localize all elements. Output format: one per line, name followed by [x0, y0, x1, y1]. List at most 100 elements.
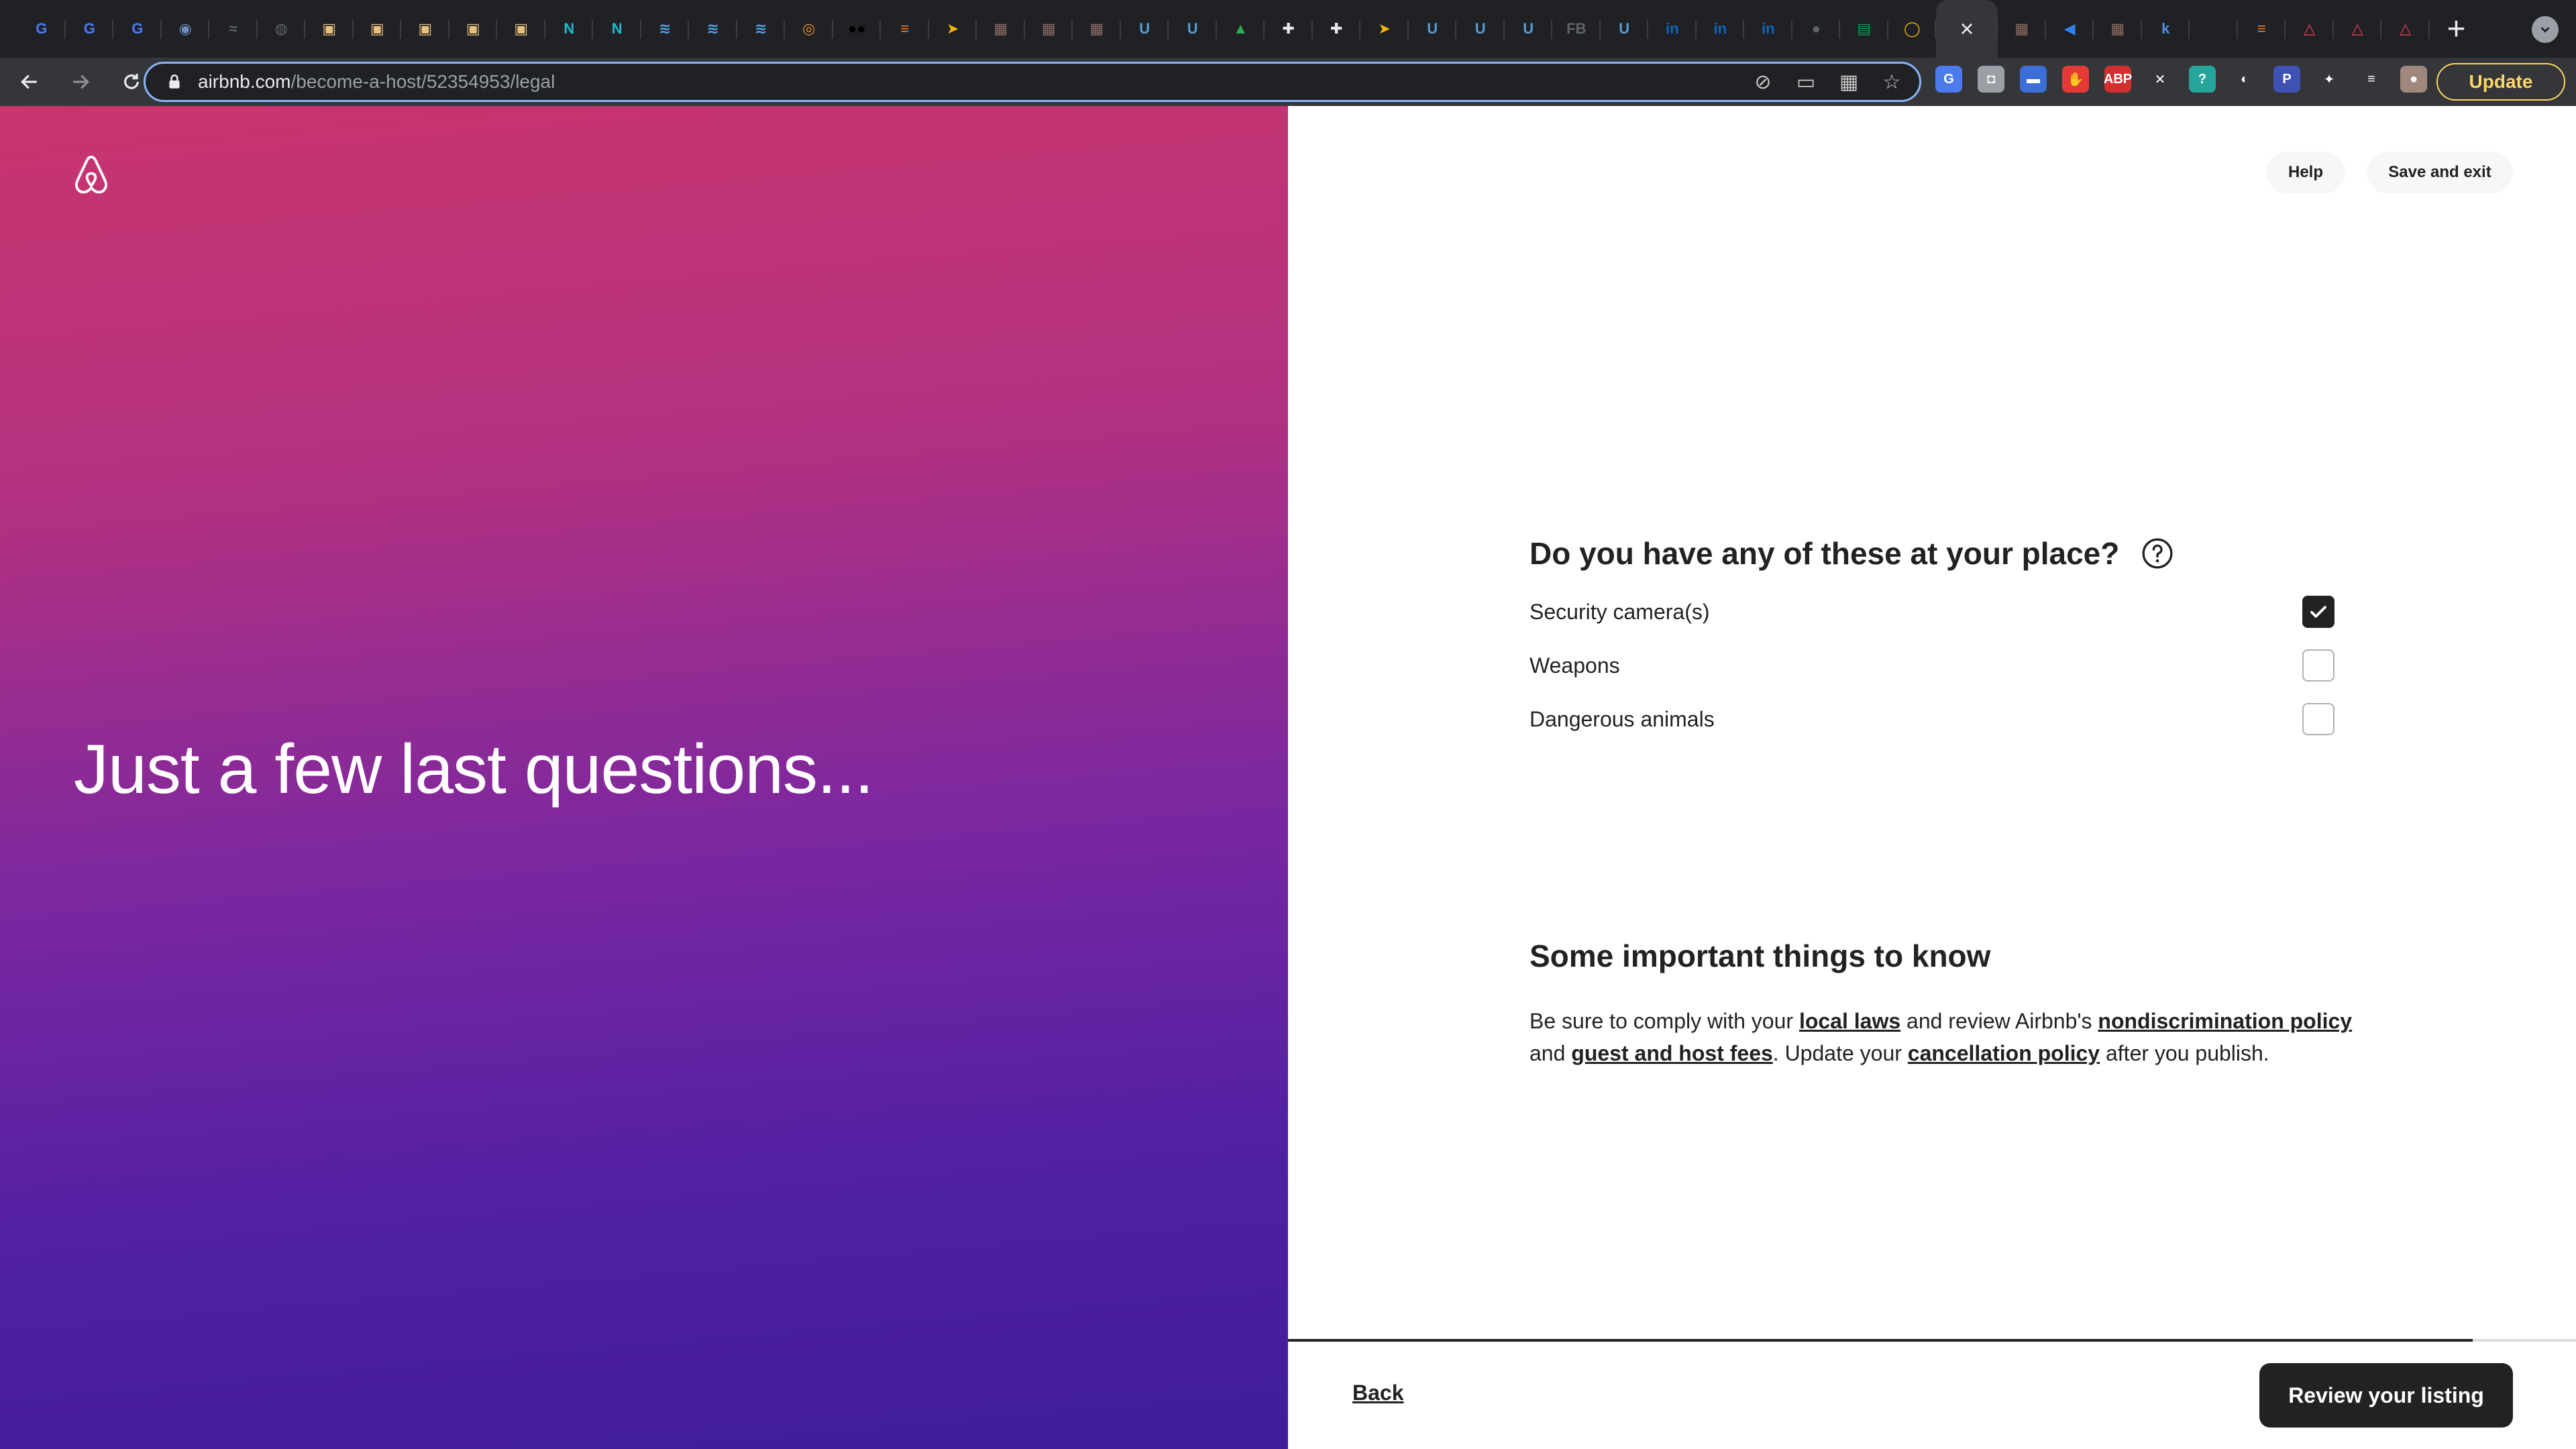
browser-tab[interactable]: ➤ [1360, 0, 1409, 58]
u-icon: U [1523, 20, 1534, 37]
cancellation-policy-link[interactable]: cancellation policy [1908, 1041, 2100, 1065]
browser-tab[interactable]: ▣ [354, 0, 402, 58]
site-icon: ▦ [994, 20, 1008, 37]
blocked-popup-icon[interactable]: ⊘ [1752, 70, 1774, 93]
browser-tab[interactable]: △ [2286, 0, 2334, 58]
browser-tab[interactable]: ✚ [1313, 0, 1361, 58]
browser-tab[interactable]: G [66, 0, 114, 58]
grey-ext-icon[interactable]: ◘ [1978, 66, 2004, 93]
browser-tab[interactable]: ✚ [1265, 0, 1313, 58]
question-mark-icon[interactable] [2141, 537, 2174, 570]
browser-tab[interactable]: ●● [833, 0, 881, 58]
help-button[interactable]: Help [2266, 152, 2345, 193]
teal-ext-icon[interactable]: ? [2189, 66, 2216, 93]
browser-tab[interactable]: ◯ [1888, 0, 1937, 58]
browser-tab[interactable]: ≋ [641, 0, 690, 58]
apple-icon: ● [1811, 20, 1821, 37]
p-ext-icon[interactable]: P [2273, 66, 2300, 93]
checkbox-weapons[interactable] [2302, 649, 2334, 682]
browser-tab[interactable]: ≈ [209, 0, 258, 58]
browser-tab[interactable]: △ [2381, 0, 2430, 58]
avatar-icon[interactable]: ● [2400, 66, 2427, 93]
lock-icon[interactable] [166, 73, 183, 91]
browser-tab[interactable]: G [113, 0, 162, 58]
browser-tab[interactable]: FB [1552, 0, 1601, 58]
address-bar[interactable]: airbnb.com/become-a-host/52354953/legal … [144, 62, 1921, 102]
playlist-icon[interactable]: ≡ [2358, 66, 2385, 93]
browser-tab[interactable]: ▣ [305, 0, 354, 58]
qr-code-icon[interactable]: ▦ [1837, 70, 1860, 93]
browser-tab[interactable]: ◍ [258, 0, 306, 58]
nondiscrimination-policy-link[interactable]: nondiscrimination policy [2098, 1009, 2352, 1033]
browser-tab[interactable]: ➤ [929, 0, 977, 58]
review-listing-button[interactable]: Review your listing [2259, 1363, 2513, 1428]
red-ext-icon[interactable]: ✋ [2062, 66, 2089, 93]
browser-tab[interactable]: in [1744, 0, 1792, 58]
guest-host-fees-link[interactable]: guest and host fees [1571, 1041, 1773, 1065]
browser-tab[interactable]: U [1456, 0, 1505, 58]
browser-tab[interactable]: U [1409, 0, 1457, 58]
u-icon: U [1619, 20, 1630, 37]
option-security-cameras[interactable]: Security camera(s) [1529, 593, 2334, 631]
browser-tab[interactable]: ≋ [689, 0, 737, 58]
browser-tab[interactable]: k [2142, 0, 2190, 58]
browser-tab[interactable]: ▦ [2094, 0, 2142, 58]
checkbox-security-cameras[interactable] [2302, 596, 2334, 628]
airbnb-logo-icon[interactable] [72, 154, 110, 197]
browser-tab[interactable]: ◀ [2046, 0, 2094, 58]
option-dangerous-animals[interactable]: Dangerous animals [1529, 700, 2334, 738]
browser-tab[interactable]: N [593, 0, 641, 58]
close-tab-icon[interactable]: × [1960, 17, 1974, 41]
browser-tab[interactable]: U [1169, 0, 1217, 58]
fb-icon: FB [1566, 20, 1587, 37]
update-button[interactable]: Update [2436, 63, 2565, 101]
cast-icon[interactable]: ▭ [1794, 70, 1817, 93]
browser-tab[interactable]: in [1697, 0, 1745, 58]
tab-search-button[interactable] [2532, 16, 2559, 43]
browser-tab[interactable]: G [17, 0, 66, 58]
browser-tab[interactable]: ≡ [2238, 0, 2286, 58]
browser-tab[interactable]: ▣ [401, 0, 449, 58]
blue-ext-icon[interactable]: ▬ [2020, 66, 2047, 93]
browser-tab[interactable]: ● [1792, 0, 1841, 58]
site-icon: ▣ [514, 20, 529, 37]
forward-nav-button[interactable] [59, 60, 102, 103]
browser-tab[interactable]: ▣ [497, 0, 545, 58]
browser-tab[interactable]: ● [2190, 0, 2238, 58]
option-weapons[interactable]: Weapons [1529, 647, 2334, 684]
browser-tab[interactable]: U [1121, 0, 1169, 58]
browser-tab[interactable]: ◉ [162, 0, 210, 58]
browser-tab[interactable]: ≡ [881, 0, 929, 58]
browser-tab[interactable]: △ [2334, 0, 2382, 58]
url-host: airbnb.com [198, 71, 291, 92]
browser-tab[interactable]: ▣ [449, 0, 498, 58]
new-tab-button[interactable]: + [2430, 0, 2483, 58]
abp-icon[interactable]: ABP [2104, 66, 2132, 93]
save-and-exit-button[interactable]: Save and exit [2367, 152, 2513, 193]
back-button[interactable]: Back [1352, 1381, 1404, 1405]
browser-tab[interactable]: ▦ [977, 0, 1025, 58]
sketch-ext-icon[interactable]: ◐ [2231, 66, 2258, 93]
browser-tab[interactable]: ▦ [1073, 0, 1121, 58]
local-laws-link[interactable]: local laws [1799, 1009, 1900, 1033]
translate-icon[interactable]: G [1935, 66, 1962, 93]
checkbox-dangerous-animals[interactable] [2302, 703, 2334, 735]
browser-tab[interactable]: ▲ [1217, 0, 1265, 58]
bookmark-star-icon[interactable]: ☆ [1880, 70, 1903, 93]
browser-tab[interactable]: ▦ [1998, 0, 2046, 58]
browser-tab[interactable]: ◎ [785, 0, 833, 58]
drive-icon: ▲ [1233, 20, 1248, 37]
browser-tab[interactable]: in [1648, 0, 1697, 58]
back-nav-button[interactable] [8, 60, 51, 103]
browser-tab[interactable]: ▤ [1840, 0, 1888, 58]
tab-active[interactable]: × [1936, 0, 1998, 58]
browser-tab[interactable]: ▦ [1025, 0, 1073, 58]
browser-tab[interactable]: U [1505, 0, 1553, 58]
browser-tab[interactable]: N [545, 0, 594, 58]
translate-icon: G [131, 20, 144, 37]
browser-tab[interactable]: ≋ [737, 0, 786, 58]
x-ext-icon[interactable]: ✕ [2147, 66, 2174, 93]
ring-icon: ◯ [1903, 20, 1921, 37]
puzzle-icon[interactable]: ✦ [2316, 66, 2343, 93]
browser-tab[interactable]: U [1601, 0, 1649, 58]
